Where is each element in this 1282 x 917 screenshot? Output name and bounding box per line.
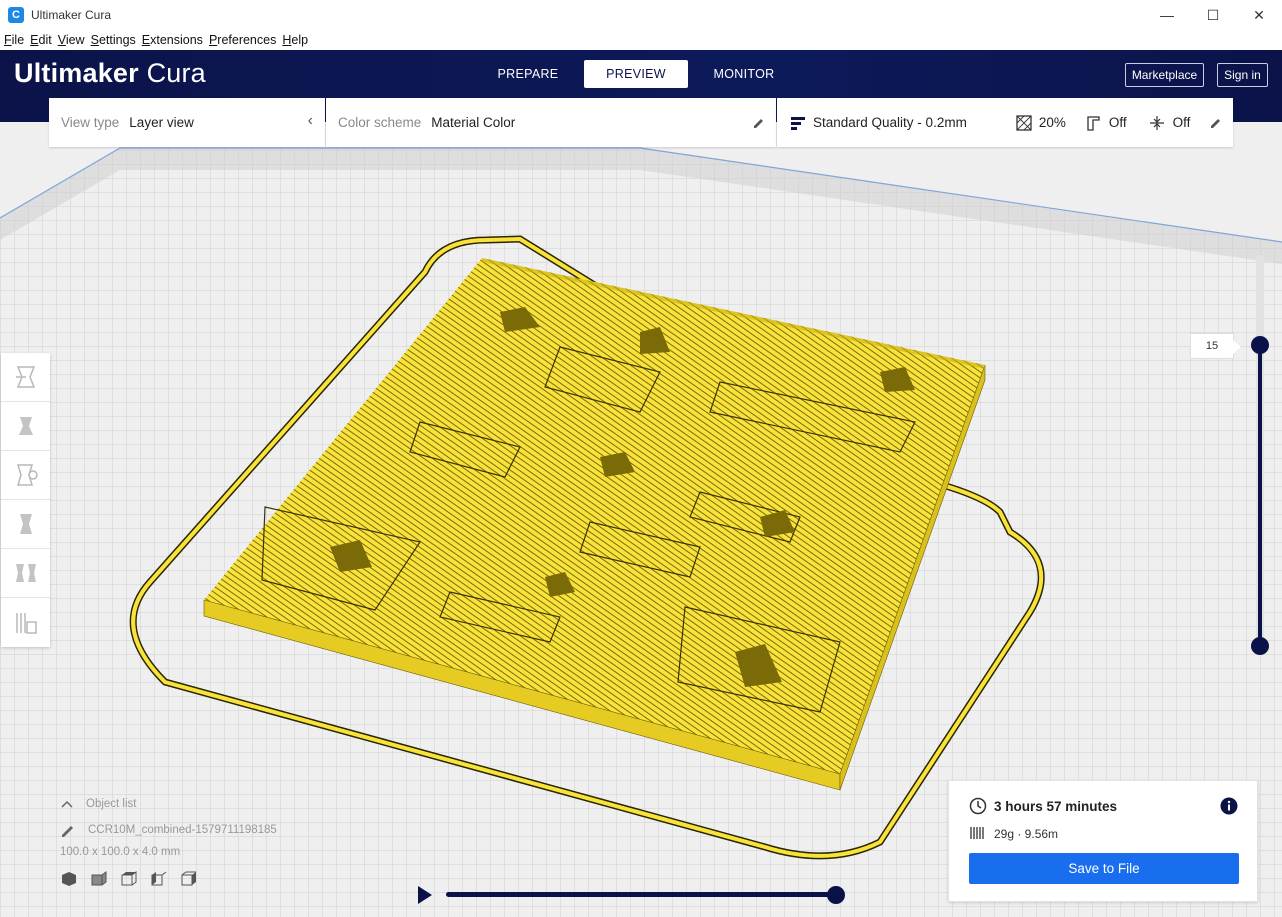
layer-slider-lower-handle[interactable] [1251, 637, 1269, 655]
adhesion-icon [1149, 115, 1164, 130]
rotate-icon [16, 464, 38, 486]
object-list-title: Object list [86, 798, 137, 810]
info-icon[interactable] [1220, 797, 1238, 815]
print-info-panel: 3 hours 57 minutes 29g · 9.56m Save to F… [948, 780, 1258, 902]
menu-file[interactable]: File [4, 33, 24, 47]
simulation-slider-track[interactable] [446, 892, 838, 897]
menu-bar: File Edit View Settings Extensions Prefe… [0, 30, 1282, 50]
menu-edit[interactable]: Edit [30, 33, 52, 47]
menu-settings[interactable]: Settings [91, 33, 136, 47]
ultimaker-cura-logo: Ultimaker Cura [14, 58, 206, 89]
close-button[interactable]: ✕ [1236, 0, 1282, 30]
color-scheme-label: Color scheme [338, 115, 422, 130]
view-type-panel[interactable]: View type Layer view ‹ [49, 98, 325, 147]
mirror-icon [19, 514, 32, 534]
view-type-label: View type [61, 115, 120, 130]
edit-pencil-icon[interactable] [752, 116, 764, 128]
material-usage: 29g · 9.56m [994, 827, 1059, 841]
window-title: Ultimaker Cura [31, 8, 112, 22]
front-view-icon[interactable] [90, 870, 108, 888]
per-model-settings-tool-button[interactable] [1, 549, 50, 598]
per-model-settings-icon [15, 564, 36, 582]
color-scheme-panel[interactable]: Color scheme Material Color [326, 98, 776, 147]
tab-monitor[interactable]: MONITOR [692, 60, 796, 88]
support-icon [1087, 115, 1100, 131]
play-icon[interactable] [416, 885, 434, 905]
rotate-tool-button[interactable] [1, 451, 50, 500]
tab-preview[interactable]: PREVIEW [584, 60, 688, 88]
logo-light-text: Cura [146, 58, 206, 88]
3d-view-icon[interactable] [60, 870, 78, 888]
object-dimensions-row: 100.0 x 100.0 x 4.0 mm [60, 846, 277, 858]
right-view-icon[interactable] [180, 870, 198, 888]
material-spool-icon [970, 827, 984, 839]
scale-tool-button[interactable] [1, 402, 50, 451]
quality-profile-value: Standard Quality - 0.2mm [813, 115, 967, 130]
clock-icon [969, 797, 987, 815]
current-layer-label[interactable]: 15 [1190, 333, 1241, 359]
top-view-icon[interactable] [120, 870, 138, 888]
chevron-up-icon [61, 800, 73, 808]
window-controls: — ☐ ✕ [1144, 0, 1282, 30]
menu-preferences[interactable]: Preferences [209, 33, 276, 47]
pencil-icon [62, 826, 73, 837]
infill-value: 20% [1038, 115, 1066, 130]
color-scheme-value[interactable]: Material Color [431, 115, 515, 130]
object-list: Object list CCR10M_combined-157971119818… [60, 798, 277, 888]
tool-strip [1, 353, 50, 647]
print-time: 3 hours 57 minutes [994, 799, 1118, 814]
simulation-slider-handle[interactable] [827, 886, 845, 904]
maximize-button[interactable]: ☐ [1190, 0, 1236, 30]
scale-icon [18, 417, 33, 435]
chevron-left-icon[interactable]: ‹ [308, 112, 313, 130]
tab-prepare[interactable]: PREPARE [476, 60, 580, 88]
object-dimensions: 100.0 x 100.0 x 4.0 mm [60, 846, 181, 858]
adhesion-value: Off [1172, 115, 1191, 130]
layer-slider-upper-handle[interactable] [1251, 336, 1269, 354]
cura-app-icon: C [8, 7, 24, 23]
move-icon [15, 366, 35, 388]
mirror-tool-button[interactable] [1, 500, 50, 549]
infill-icon [1016, 114, 1032, 131]
object-file-row[interactable]: CCR10M_combined-1579711198185 [60, 823, 277, 837]
view-type-value[interactable]: Layer view [129, 115, 194, 130]
marketplace-button[interactable]: Marketplace [1125, 63, 1204, 87]
object-list-header[interactable]: Object list [60, 798, 277, 810]
window-titlebar: C Ultimaker Cura — ☐ ✕ [0, 0, 1282, 30]
object-file-name: CCR10M_combined-1579711198185 [88, 824, 277, 836]
logo-bold-text: Ultimaker [14, 58, 139, 88]
quality-profile-icon [791, 116, 805, 130]
minimize-button[interactable]: — [1144, 0, 1190, 30]
menu-extensions[interactable]: Extensions [142, 33, 203, 47]
save-to-file-button[interactable]: Save to File [969, 853, 1239, 884]
stage-tabs: PREPARE PREVIEW MONITOR [476, 60, 800, 88]
left-view-icon[interactable] [150, 870, 168, 888]
edit-pencil-icon[interactable] [1209, 116, 1221, 128]
camera-view-buttons [60, 870, 277, 888]
menu-help[interactable]: Help [282, 33, 308, 47]
menu-view[interactable]: View [58, 33, 85, 47]
support-blocker-tool-button[interactable] [1, 598, 50, 647]
support-value: Off [1108, 115, 1127, 130]
print-settings-panel[interactable]: Standard Quality - 0.2mm 20% Off Off [777, 98, 1233, 147]
layer-slider-range [1258, 344, 1262, 646]
support-blocker-icon [15, 612, 37, 634]
move-tool-button[interactable] [1, 353, 50, 402]
sign-in-button[interactable]: Sign in [1217, 63, 1268, 87]
